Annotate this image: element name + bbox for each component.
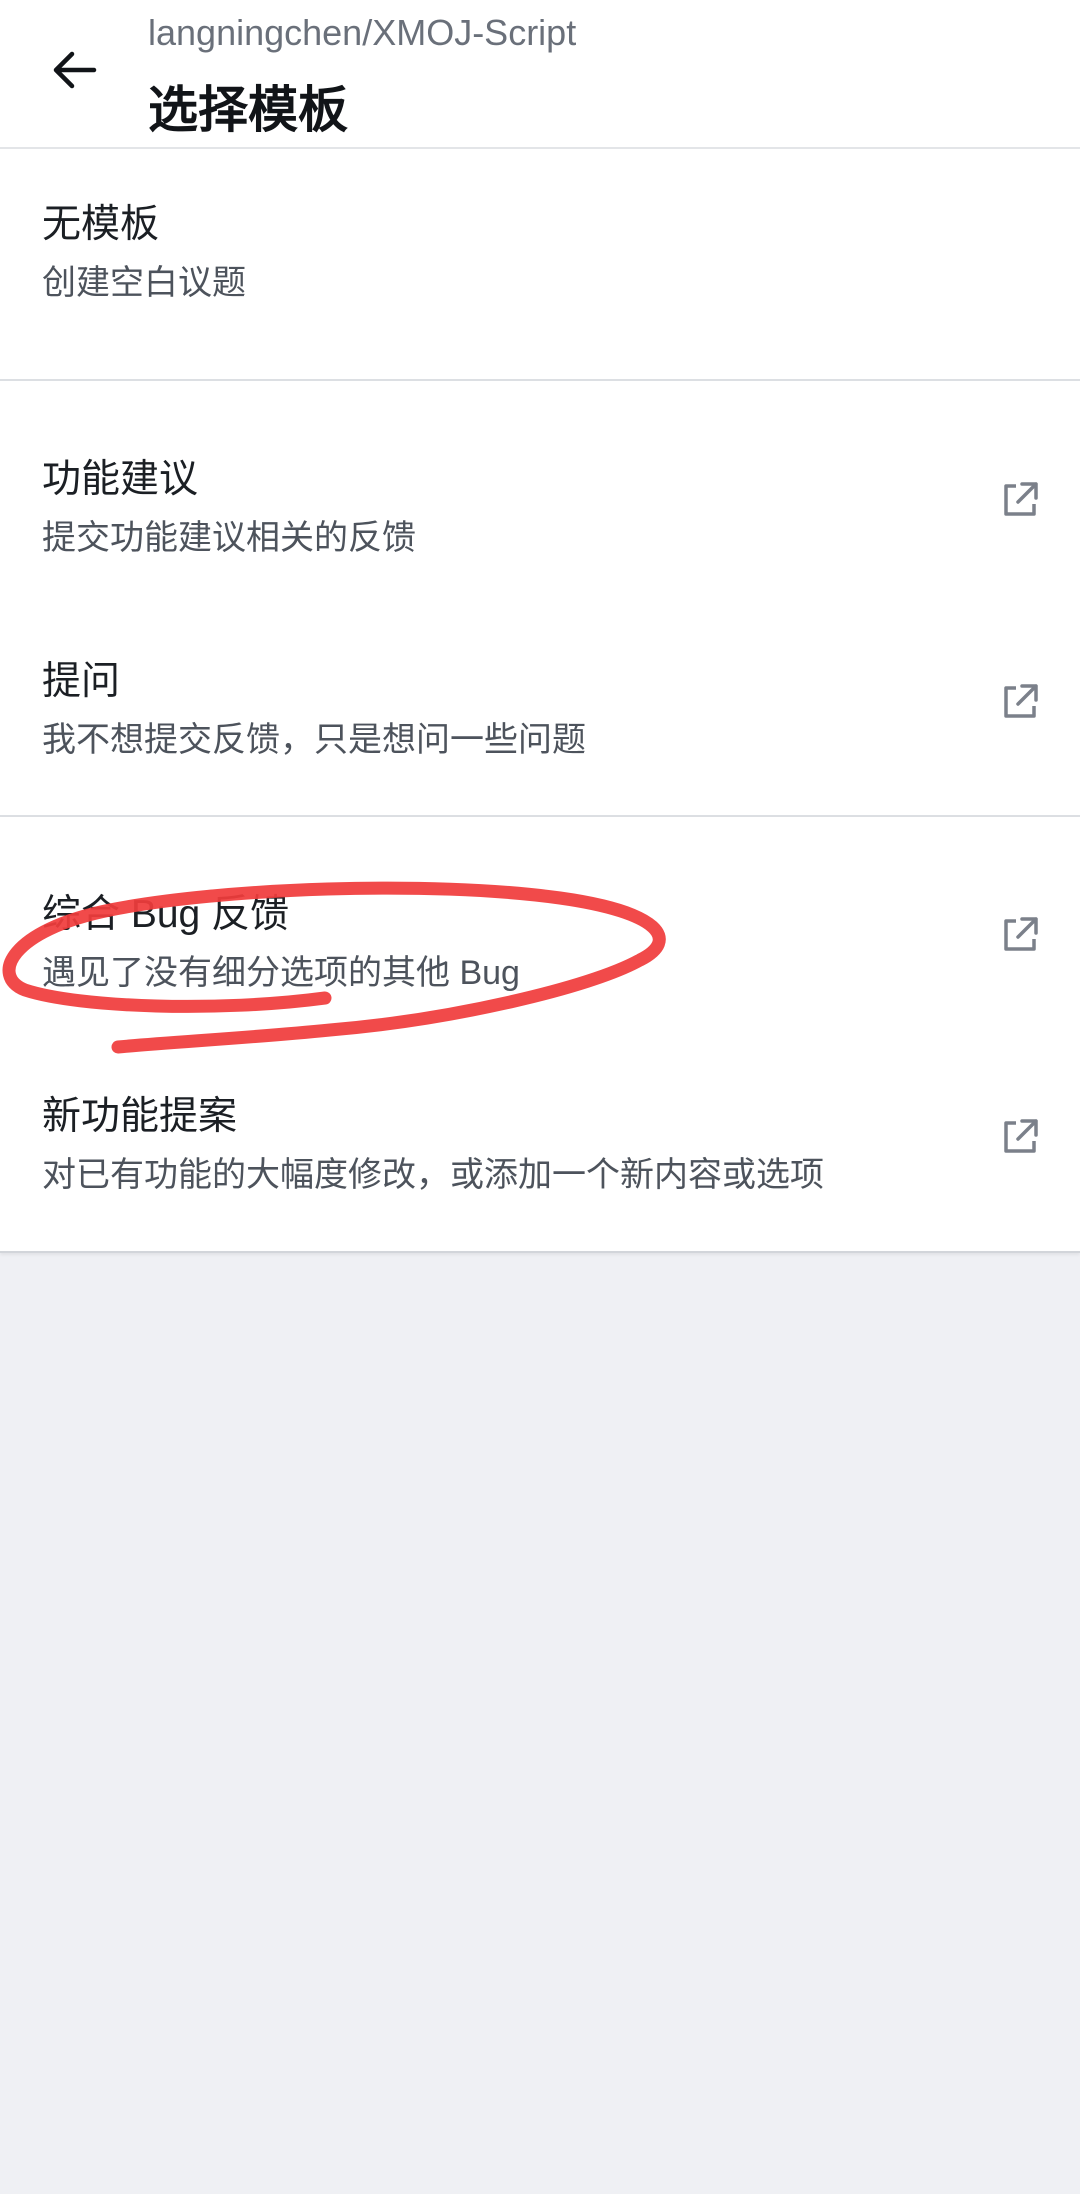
template-title: 提问 bbox=[42, 660, 121, 703]
template-item-bug-report[interactable]: 综合 Bug 反馈 遇见了没有细分选项的其他 Bug bbox=[0, 839, 1080, 1039]
template-title: 无模板 bbox=[42, 203, 160, 246]
template-section-blank: 无模板 创建空白议题 bbox=[0, 149, 1080, 381]
template-title: 功能建议 bbox=[42, 458, 199, 501]
template-item-feature-proposal[interactable]: 新功能提案 对已有功能的大幅度修改，或添加一个新内容或选项 bbox=[0, 1041, 1080, 1241]
external-link-icon bbox=[1004, 1119, 1038, 1153]
template-description: 对已有功能的大幅度修改，或添加一个新内容或选项 bbox=[42, 1156, 824, 1194]
external-link-icon bbox=[1004, 684, 1038, 718]
external-link-icon bbox=[1004, 917, 1038, 951]
external-link-icon bbox=[1004, 482, 1038, 516]
arrow-left-icon bbox=[53, 51, 97, 89]
template-section-external: 功能建议 提交功能建议相关的反馈 提问 我不想提交反馈，只是想问一些问题 bbox=[0, 381, 1080, 817]
template-title: 综合 Bug 反馈 bbox=[42, 893, 290, 936]
template-item-blank[interactable]: 无模板 创建空白议题 bbox=[0, 149, 1080, 349]
template-item-question[interactable]: 提问 我不想提交反馈，只是想问一些问题 bbox=[0, 606, 1080, 806]
app-header: langningchen/XMOJ-Script 选择模板 bbox=[0, 0, 1080, 149]
template-title: 新功能提案 bbox=[42, 1095, 238, 1138]
template-description: 我不想提交反馈，只是想问一些问题 bbox=[42, 721, 586, 759]
template-description: 创建空白议题 bbox=[42, 264, 246, 302]
template-description: 遇见了没有细分选项的其他 Bug bbox=[42, 954, 520, 992]
back-button[interactable] bbox=[36, 32, 112, 108]
template-item-feature-suggestion[interactable]: 功能建议 提交功能建议相关的反馈 bbox=[0, 404, 1080, 604]
page-title: 选择模板 bbox=[148, 82, 348, 138]
repository-name[interactable]: langningchen/XMOJ-Script bbox=[148, 12, 576, 54]
template-section-issues: 综合 Bug 反馈 遇见了没有细分选项的其他 Bug 新功能提案 对已有功能的大… bbox=[0, 817, 1080, 1253]
template-description: 提交功能建议相关的反馈 bbox=[42, 519, 416, 557]
